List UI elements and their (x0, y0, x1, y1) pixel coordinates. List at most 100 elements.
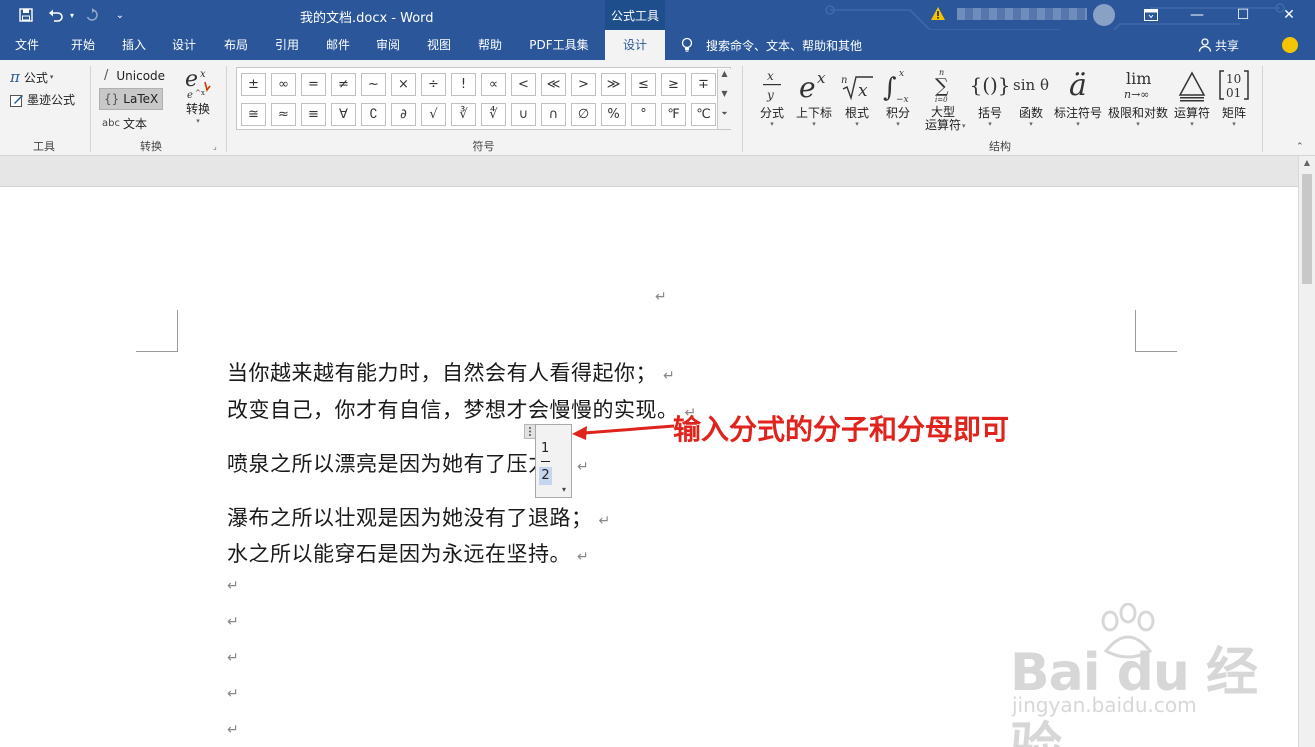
tab-design[interactable]: 设计 (158, 30, 210, 60)
structure-operator-button[interactable]: 运算符 ▾ (1172, 64, 1212, 128)
dialog-launcher-icon[interactable]: ⌟ (213, 142, 217, 151)
equation-button[interactable]: π 公式 ▾ (10, 68, 53, 86)
customize-qat-icon[interactable]: ⌄ (112, 0, 128, 30)
svg-text:lim: lim (1126, 69, 1151, 88)
tab-file[interactable]: 文件 (0, 30, 54, 60)
symbol-approx[interactable]: ≈ (271, 103, 296, 126)
collapse-ribbon-icon[interactable]: ⌃ (1296, 142, 1304, 152)
tell-me-search[interactable]: 搜索命令、文本、帮助和其他 (680, 30, 862, 60)
symbol-much-greater[interactable]: ≫ (601, 73, 626, 96)
structure-accent-button[interactable]: ä 标注符号 ▾ (1052, 64, 1104, 129)
symbols-gallery: ± ∞ = ≠ ~ × ÷ ! ∝ < ≪ > ≫ ≤ ≥ ∓ ≅ ≈ ≡ ∀ … (236, 67, 731, 130)
structure-large-operator-button[interactable]: n ∑ i=0 大型 运算符 (918, 64, 968, 132)
scrollbar-thumb[interactable] (1302, 174, 1312, 284)
symbol-cube-root[interactable]: ∛ (451, 103, 476, 126)
symbol-identical[interactable]: ≡ (301, 103, 326, 126)
symbol-empty-set[interactable]: ∅ (571, 103, 596, 126)
symbol-congruent[interactable]: ≅ (241, 103, 266, 126)
symbol-fahrenheit[interactable]: ℉ (661, 103, 686, 126)
ribbon-tab-row: 文件 开始 插入 设计 布局 引用 邮件 审阅 视图 帮助 PDF工具集 设计 … (0, 30, 1315, 60)
vertical-scrollbar[interactable]: ▲ (1298, 156, 1315, 747)
symbol-times[interactable]: × (391, 73, 416, 96)
tab-pdf-tools[interactable]: PDF工具集 (518, 30, 600, 60)
share-button[interactable]: 共享 (1198, 30, 1239, 60)
structure-bracket-button[interactable]: {()} 括号 ▾ (969, 64, 1010, 128)
symbol-celsius[interactable]: ℃ (691, 103, 716, 126)
symbol-infinity[interactable]: ∞ (271, 73, 296, 96)
structure-integral-button[interactable]: ∫ x −x 积分 ▾ (880, 64, 916, 128)
watermark-url: jingyan.baidu.com (1012, 693, 1197, 717)
symbol-proportional[interactable]: ∝ (481, 73, 506, 96)
structure-radical-button[interactable]: nx 根式 ▾ (838, 64, 876, 128)
group-label-tools: 工具 (33, 140, 55, 153)
tab-view[interactable]: 视图 (413, 30, 465, 60)
structure-matrix-button[interactable]: 10 01 矩阵 ▾ (1214, 64, 1254, 128)
symbol-fourth-root[interactable]: ∜ (481, 103, 506, 126)
symbol-divide[interactable]: ÷ (421, 73, 446, 96)
tab-insert[interactable]: 插入 (108, 30, 160, 60)
structure-limit-log-button[interactable]: lim n→∞ 极限和对数 ▾ (1106, 64, 1170, 128)
close-button[interactable]: ✕ (1266, 0, 1312, 30)
gallery-scroll-up-icon[interactable]: ▲ (717, 69, 731, 89)
tab-equation-design[interactable]: 设计 (605, 30, 665, 60)
symbol-much-less[interactable]: ≪ (541, 73, 566, 96)
feedback-smiley-icon[interactable] (1282, 37, 1298, 53)
tab-layout[interactable]: 布局 (210, 30, 262, 60)
convert-button[interactable]: e x e ^x 转换 ▾ (180, 66, 216, 136)
warning-icon[interactable] (930, 6, 946, 22)
account-name-blurred[interactable] (957, 8, 1087, 20)
redo-icon[interactable] (82, 0, 102, 30)
symbol-complement[interactable]: ∁ (361, 103, 386, 126)
symbol-minus-plus[interactable]: ∓ (691, 73, 716, 96)
symbol-plus-minus[interactable]: ± (241, 73, 266, 96)
tab-references[interactable]: 引用 (261, 30, 313, 60)
gallery-scroll-down-icon[interactable]: ▼ (717, 89, 731, 109)
gallery-more-icon[interactable]: ⏷ (717, 109, 731, 129)
symbol-less-equal[interactable]: ≤ (631, 73, 656, 96)
undo-dropdown-icon[interactable]: ▾ (66, 0, 78, 30)
paragraph[interactable]: 水之所以能穿石是因为永远在坚持。 ↵ (227, 538, 589, 568)
symbol-union[interactable]: ∪ (511, 103, 536, 126)
save-icon[interactable] (14, 0, 38, 30)
symbol-percent[interactable]: % (601, 103, 626, 126)
symbol-greater-than[interactable]: > (571, 73, 596, 96)
scroll-up-icon[interactable]: ▲ (1299, 158, 1315, 172)
symbol-intersection[interactable]: ∩ (541, 103, 566, 126)
symbol-equals[interactable]: = (301, 73, 326, 96)
minimize-button[interactable]: — (1174, 0, 1220, 30)
accent-icon: ä (1069, 67, 1087, 103)
text-option[interactable]: abc 文本 (102, 115, 147, 132)
latex-option[interactable]: {} LaTeX (99, 88, 163, 110)
equation-numerator[interactable]: 1 (541, 441, 549, 456)
structure-label: 标注符号 (1053, 106, 1102, 120)
symbol-for-all[interactable]: ∀ (331, 103, 356, 126)
unicode-option[interactable]: / Unicode (104, 68, 165, 83)
paragraph[interactable]: 瀑布之所以壮观是因为她没有了退路； ↵ (227, 502, 611, 532)
ink-equation-button[interactable]: 墨迹公式 (10, 91, 75, 108)
symbol-not-equal[interactable]: ≠ (331, 73, 356, 96)
paragraph[interactable]: 当你越来越有能力时，自然会有人看得起你； ↵ (227, 357, 675, 387)
tab-home[interactable]: 开始 (56, 30, 110, 60)
structure-fraction-button[interactable]: xy 分式 ▾ (756, 64, 788, 128)
equation-options-dropdown-icon[interactable]: ▾ (557, 485, 571, 497)
tab-help[interactable]: 帮助 (464, 30, 516, 60)
symbol-greater-equal[interactable]: ≥ (661, 73, 686, 96)
ribbon-display-options-icon[interactable] (1128, 0, 1174, 30)
tab-review[interactable]: 审阅 (362, 30, 414, 60)
equation-object[interactable]: 1 2 ▾ (535, 424, 572, 498)
symbol-degree[interactable]: ° (631, 103, 656, 126)
avatar[interactable] (1093, 4, 1115, 26)
symbol-tilde[interactable]: ~ (361, 73, 386, 96)
structure-function-button[interactable]: sin θ 函数 ▾ (1012, 64, 1050, 128)
undo-icon[interactable] (44, 0, 68, 30)
tab-mailings[interactable]: 邮件 (312, 30, 364, 60)
symbol-sqrt[interactable]: √ (421, 103, 446, 126)
symbol-partial[interactable]: ∂ (391, 103, 416, 126)
symbol-less-than[interactable]: < (511, 73, 536, 96)
equation-denominator[interactable]: 2 (539, 467, 552, 485)
equation-tools-context-label: 公式工具 (605, 0, 665, 30)
maximize-button[interactable]: ☐ (1220, 0, 1266, 30)
chevron-down-icon: ▾ (1136, 120, 1140, 128)
symbol-factorial[interactable]: ! (451, 73, 476, 96)
structure-script-button[interactable]: ex 上下标 ▾ (794, 64, 834, 128)
